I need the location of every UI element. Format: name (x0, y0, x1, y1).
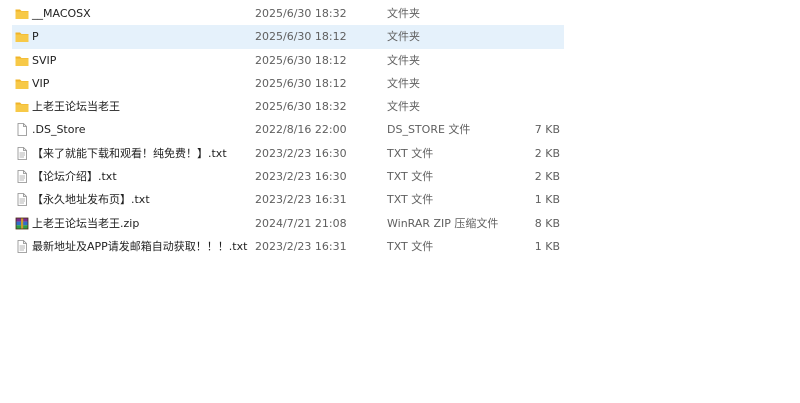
file-name: 最新地址及APP请发邮箱自动获取！！！.txt (32, 239, 248, 253)
list-item[interactable]: 上老王论坛当老王.zip 2024/7/21 21:08 WinRAR ZIP … (12, 212, 564, 235)
file-type: 文件夹 (387, 7, 420, 20)
file-name: 【论坛介绍】.txt (32, 170, 117, 184)
file-date-modified: 2025/6/30 18:32 (255, 7, 347, 20)
file-name: VIP (32, 76, 50, 90)
file-list: __MACOSX 2025/6/30 18:32 文件夹 P 2025/6/30… (12, 2, 564, 258)
file-name: __MACOSX (32, 7, 91, 20)
list-item[interactable]: .DS_Store 2022/8/16 22:00 DS_STORE 文件 7 … (12, 118, 564, 141)
list-item[interactable]: SVIP 2025/6/30 18:12 文件夹 (12, 49, 564, 72)
file-size: 1 KB (534, 193, 560, 207)
list-item[interactable]: 最新地址及APP请发邮箱自动获取！！！.txt 2023/2/23 16:31 … (12, 235, 564, 258)
file-size: 1 KB (534, 239, 560, 253)
file-size: 2 KB (534, 146, 560, 160)
winrar-archive-icon (15, 217, 29, 230)
text-file-icon (15, 240, 29, 253)
file-type: TXT 文件 (387, 193, 434, 207)
file-date-modified: 2025/6/30 18:12 (255, 76, 347, 90)
file-type: TXT 文件 (387, 146, 434, 160)
file-date-modified: 2023/2/23 16:31 (255, 239, 347, 253)
file-size: 7 KB (534, 123, 560, 137)
file-icon (15, 123, 29, 137)
file-name: 上老王论坛当老王 (32, 100, 120, 114)
file-size: 2 KB (534, 170, 560, 184)
file-name: .DS_Store (32, 123, 86, 137)
file-name: P (32, 30, 39, 44)
file-date-modified: 2023/2/23 16:31 (255, 193, 347, 207)
text-file-icon (15, 193, 29, 207)
file-name: SVIP (32, 53, 57, 67)
folder-icon (15, 100, 29, 113)
file-date-modified: 2024/7/21 21:08 (255, 216, 347, 230)
list-item[interactable]: 【论坛介绍】.txt 2023/2/23 16:30 TXT 文件 2 KB (12, 165, 564, 188)
file-date-modified: 2022/8/16 22:00 (255, 123, 347, 137)
file-name: 【永久地址发布页】.txt (32, 193, 150, 207)
text-file-icon (15, 170, 29, 183)
file-date-modified: 2025/6/30 18:12 (255, 53, 347, 67)
file-type: WinRAR ZIP 压缩文件 (387, 216, 499, 230)
file-name: 【来了就能下载和观看！纯免费！】.txt (32, 146, 227, 160)
file-type: 文件夹 (387, 30, 420, 44)
list-item[interactable]: __MACOSX 2025/6/30 18:32 文件夹 (12, 2, 564, 25)
file-date-modified: 2025/6/30 18:32 (255, 100, 347, 114)
file-name: 上老王论坛当老王.zip (32, 216, 140, 230)
file-type: TXT 文件 (387, 170, 434, 184)
folder-icon (15, 30, 29, 43)
file-type: TXT 文件 (387, 239, 434, 253)
list-item[interactable]: VIP 2025/6/30 18:12 文件夹 (12, 72, 564, 95)
text-file-icon (15, 146, 29, 160)
file-date-modified: 2023/2/23 16:30 (255, 170, 347, 184)
file-type: 文件夹 (387, 76, 420, 90)
file-date-modified: 2023/2/23 16:30 (255, 146, 347, 160)
list-item[interactable]: 【来了就能下载和观看！纯免费！】.txt 2023/2/23 16:30 TXT… (12, 142, 564, 165)
list-item[interactable]: 【永久地址发布页】.txt 2023/2/23 16:31 TXT 文件 1 K… (12, 188, 564, 211)
list-item[interactable]: 上老王论坛当老王 2025/6/30 18:32 文件夹 (12, 95, 564, 118)
file-date-modified: 2025/6/30 18:12 (255, 30, 347, 44)
folder-icon (15, 77, 29, 90)
file-type: 文件夹 (387, 53, 420, 67)
file-size: 8 KB (534, 216, 560, 230)
list-item[interactable]: P 2025/6/30 18:12 文件夹 (12, 25, 564, 49)
folder-icon (15, 54, 29, 67)
file-type: 文件夹 (387, 100, 420, 114)
file-type: DS_STORE 文件 (387, 123, 471, 137)
folder-icon (15, 7, 29, 20)
